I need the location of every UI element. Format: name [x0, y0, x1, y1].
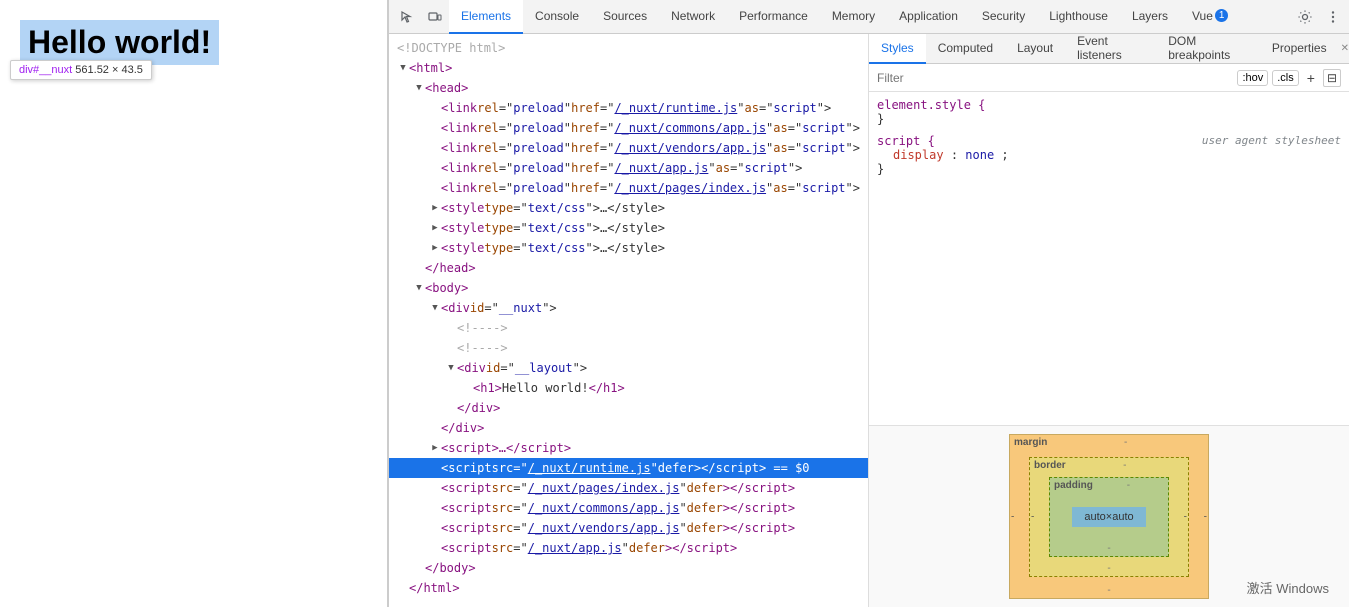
box-border-left: - — [1031, 511, 1034, 522]
line-script-inline[interactable]: ▶ <script>…</script> — [389, 438, 868, 458]
expand-script-inline[interactable]: ▶ — [429, 442, 441, 454]
line-div-close1: </div> — [389, 398, 868, 418]
element-style-selector: element.style { — [877, 98, 1341, 112]
line-link-2: <link rel="preload" href="/_nuxt/commons… — [389, 118, 868, 138]
tab-network[interactable]: Network — [659, 0, 727, 34]
element-style-close: } — [877, 112, 1341, 126]
expand-styles-icon[interactable]: ⊟ — [1323, 69, 1341, 87]
line-div-close2: </div> — [389, 418, 868, 438]
line-doctype: <!DOCTYPE html> — [389, 38, 868, 58]
subtab-styles[interactable]: Styles — [869, 34, 926, 64]
activate-windows-watermark: 激活 Windows — [1247, 578, 1329, 597]
subtab-computed[interactable]: Computed — [926, 34, 1005, 64]
tab-elements[interactable]: Elements — [449, 0, 523, 34]
box-content-inner: auto×auto — [1072, 507, 1145, 527]
vue-badge: 1 — [1215, 9, 1229, 22]
line-script-runtime[interactable]: <script src="/_nuxt/runtime.js" defer></… — [389, 458, 868, 478]
tab-performance[interactable]: Performance — [727, 0, 820, 34]
line-link-3: <link rel="preload" href="/_nuxt/vendors… — [389, 138, 868, 158]
script-style-block: script { user agent stylesheet display :… — [877, 134, 1341, 176]
tab-security[interactable]: Security — [970, 0, 1037, 34]
line-div-layout[interactable]: ▼ <div id="__layout"> — [389, 358, 868, 378]
line-script-commons: <script src="/_nuxt/commons/app.js" defe… — [389, 498, 868, 518]
more-options-icon[interactable] — [1321, 5, 1345, 29]
line-style-1[interactable]: ▶ <style type="text/css">…</style> — [389, 198, 868, 218]
element-tooltip: div#__nuxt 561.52 × 43.5 — [10, 60, 152, 80]
settings-icon[interactable] — [1293, 5, 1317, 29]
line-script-pages: <script src="/_nuxt/pages/index.js" defe… — [389, 478, 868, 498]
filter-bar: :hov .cls + ⊟ — [869, 64, 1349, 92]
script-display-property: display : none ; — [877, 148, 1341, 162]
filter-cls-button[interactable]: .cls — [1272, 70, 1299, 86]
line-comment-1: <!----> — [389, 318, 868, 338]
expand-style3[interactable]: ▶ — [429, 242, 441, 254]
tab-console[interactable]: Console — [523, 0, 591, 34]
devtools-main: <!DOCTYPE html> ▼ <html> ▼ <head> <link … — [389, 34, 1349, 607]
devtools-tabs: Elements Console Sources Network Perform… — [449, 0, 1293, 34]
script-style-header: script { user agent stylesheet — [877, 134, 1341, 148]
device-toggle-icon[interactable] — [423, 5, 447, 29]
line-div-nuxt[interactable]: ▼ <div id="__nuxt"> — [389, 298, 868, 318]
expand-style2[interactable]: ▶ — [429, 222, 441, 234]
box-border-inner: border - padding - — [1029, 457, 1189, 577]
line-head-close: </head> — [389, 258, 868, 278]
line-style-3[interactable]: ▶ <style type="text/css">…</style> — [389, 238, 868, 258]
expand-layout[interactable]: ▼ — [445, 362, 457, 374]
box-margin: margin - border - — [1009, 434, 1209, 599]
add-style-rule-icon[interactable]: + — [1307, 70, 1315, 86]
script-style-close: } — [877, 162, 1341, 176]
line-style-2[interactable]: ▶ <style type="text/css">…</style> — [389, 218, 868, 238]
line-h1: <h1>Hello world!</h1> — [389, 378, 868, 398]
expand-nuxt[interactable]: ▼ — [429, 302, 441, 314]
expand-style1[interactable]: ▶ — [429, 202, 441, 214]
line-comment-2: <!----> — [389, 338, 868, 358]
box-margin-right: - — [1204, 511, 1207, 522]
tab-sources[interactable]: Sources — [591, 0, 659, 34]
sub-tabs: Styles Computed Layout Event listeners D… — [869, 34, 1349, 64]
tooltip-tag: div#__nuxt — [19, 64, 72, 76]
tab-layers[interactable]: Layers — [1120, 0, 1180, 34]
line-script-vendors: <script src="/_nuxt/vendors/app.js" defe… — [389, 518, 868, 538]
box-padding-inner: padding - auto×auto — [1049, 477, 1169, 557]
tab-vue[interactable]: Vue 1 — [1180, 0, 1240, 34]
expand-html[interactable]: ▼ — [397, 62, 409, 74]
right-panel: Styles Computed Layout Event listeners D… — [869, 34, 1349, 607]
tab-lighthouse[interactable]: Lighthouse — [1037, 0, 1120, 34]
box-border-right: - — [1184, 511, 1187, 522]
line-script-app: <script src="/_nuxt/app.js" defer></scri… — [389, 538, 868, 558]
subtab-close[interactable]: ✕ — [1341, 43, 1349, 54]
line-link-1: <link rel="preload" href="/_nuxt/runtime… — [389, 98, 868, 118]
line-body-open[interactable]: ▼ <body> — [389, 278, 868, 298]
line-html-close: </html> — [389, 578, 868, 598]
filter-hov-button[interactable]: :hov — [1237, 70, 1268, 86]
box-model-diagram: margin - border - — [1009, 434, 1209, 599]
devtools-toolbar: Elements Console Sources Network Perform… — [389, 0, 1349, 34]
filter-options: :hov .cls + ⊟ — [1237, 69, 1341, 87]
filter-input[interactable] — [877, 71, 1237, 85]
tab-application[interactable]: Application — [887, 0, 970, 34]
line-link-5: <link rel="preload" href="/_nuxt/pages/i… — [389, 178, 868, 198]
expand-head[interactable]: ▼ — [413, 82, 425, 94]
tab-memory[interactable]: Memory — [820, 0, 887, 34]
element-style-block: element.style { } — [877, 98, 1341, 126]
subtab-dom-breakpoints[interactable]: DOM breakpoints — [1156, 34, 1260, 64]
line-head-open[interactable]: ▼ <head> — [389, 78, 868, 98]
preview-area: Hello world! div#__nuxt 561.52 × 43.5 — [0, 0, 388, 607]
expand-body[interactable]: ▼ — [413, 282, 425, 294]
subtab-properties[interactable]: Properties — [1260, 34, 1339, 64]
toolbar-right — [1293, 5, 1345, 29]
box-margin-left: - — [1011, 511, 1014, 522]
cursor-icon[interactable] — [395, 5, 419, 29]
line-html-open[interactable]: ▼ <html> — [389, 58, 868, 78]
devtools-panel: Elements Console Sources Network Perform… — [388, 0, 1349, 607]
subtab-event-listeners[interactable]: Event listeners — [1065, 34, 1156, 64]
styles-content: element.style { } script { user agent st… — [869, 92, 1349, 425]
line-link-4: <link rel="preload" href="/_nuxt/app.js"… — [389, 158, 868, 178]
subtab-layout[interactable]: Layout — [1005, 34, 1065, 64]
tooltip-dimensions: 561.52 × 43.5 — [75, 64, 143, 76]
line-body-close: </body> — [389, 558, 868, 578]
html-panel[interactable]: <!DOCTYPE html> ▼ <html> ▼ <head> <link … — [389, 34, 869, 607]
hello-world-heading: Hello world! — [20, 20, 219, 65]
